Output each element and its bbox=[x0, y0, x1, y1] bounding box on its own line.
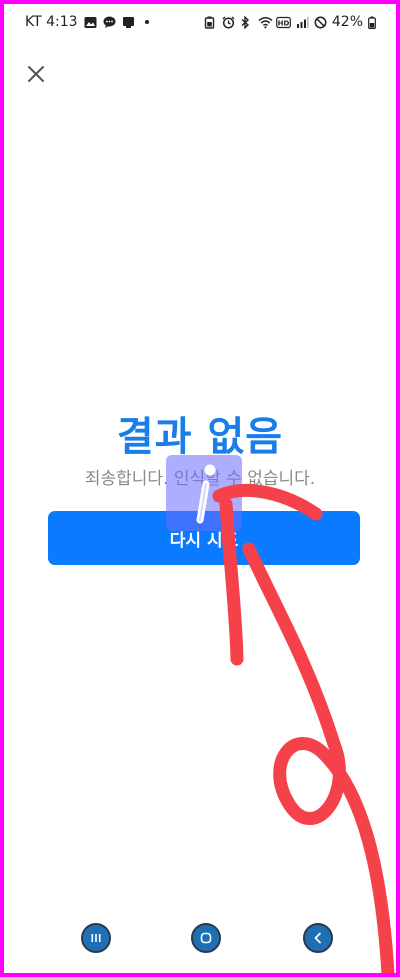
retry-button-label: 다시 시도 bbox=[169, 530, 239, 551]
recents-icon bbox=[91, 934, 101, 942]
home-button[interactable] bbox=[191, 923, 221, 953]
wifi-icon bbox=[258, 16, 273, 29]
recents-button[interactable] bbox=[81, 923, 111, 953]
annotation-overlay bbox=[166, 455, 395, 973]
hd-icon: HD bbox=[275, 16, 291, 29]
signal-icon bbox=[296, 16, 309, 29]
battery-percent: 42% bbox=[331, 14, 363, 30]
back-button[interactable] bbox=[303, 923, 333, 953]
result-subtitle: 죄송합니다. 인식할 수 없습니다. bbox=[84, 469, 316, 489]
dnd-icon bbox=[314, 16, 327, 29]
bluetooth-icon bbox=[240, 15, 253, 29]
notification-dot bbox=[144, 20, 149, 24]
status-left: KT 4:13 bbox=[25, 14, 149, 30]
status-right: HD 42% bbox=[204, 14, 376, 30]
image-icon bbox=[84, 16, 97, 29]
home-icon bbox=[200, 932, 212, 944]
result-title: 결과 없음 bbox=[116, 414, 284, 460]
annotation-arrow-curve bbox=[242, 542, 395, 973]
close-icon bbox=[28, 66, 44, 82]
retry-button[interactable]: 다시 시도 bbox=[48, 511, 360, 565]
close-button[interactable] bbox=[22, 60, 50, 88]
status-bar: KT 4:13 HD 42% bbox=[4, 4, 396, 40]
alarm-icon bbox=[222, 16, 235, 29]
carrier-time: KT 4:13 bbox=[25, 14, 78, 30]
screen-frame: KT 4:13 HD 42% 결과 없음 죄송합니다. 인식할 수 없습니다. … bbox=[0, 0, 400, 977]
battery-saver-icon bbox=[204, 16, 217, 29]
svg-text:HD: HD bbox=[278, 19, 290, 27]
app-icon bbox=[122, 16, 135, 29]
nav-bar bbox=[4, 913, 396, 973]
battery-icon bbox=[368, 16, 376, 29]
back-icon bbox=[314, 932, 321, 944]
chat-icon bbox=[103, 16, 116, 29]
